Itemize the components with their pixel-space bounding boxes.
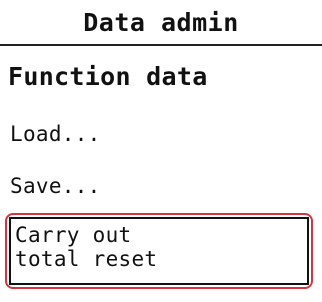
save-menu-item[interactable]: Save... — [10, 174, 101, 198]
total-reset-menu-item[interactable]: Carry out total reset — [9, 217, 309, 285]
section-title: Function data — [8, 62, 208, 91]
load-menu-item[interactable]: Load... — [10, 122, 101, 146]
device-screen: Data admin Function data Load... Save...… — [0, 0, 322, 302]
page-title: Data admin — [83, 7, 239, 37]
total-reset-label-line1: Carry out — [15, 223, 132, 247]
title-divider — [0, 44, 322, 46]
total-reset-label-line2: total reset — [15, 247, 158, 271]
